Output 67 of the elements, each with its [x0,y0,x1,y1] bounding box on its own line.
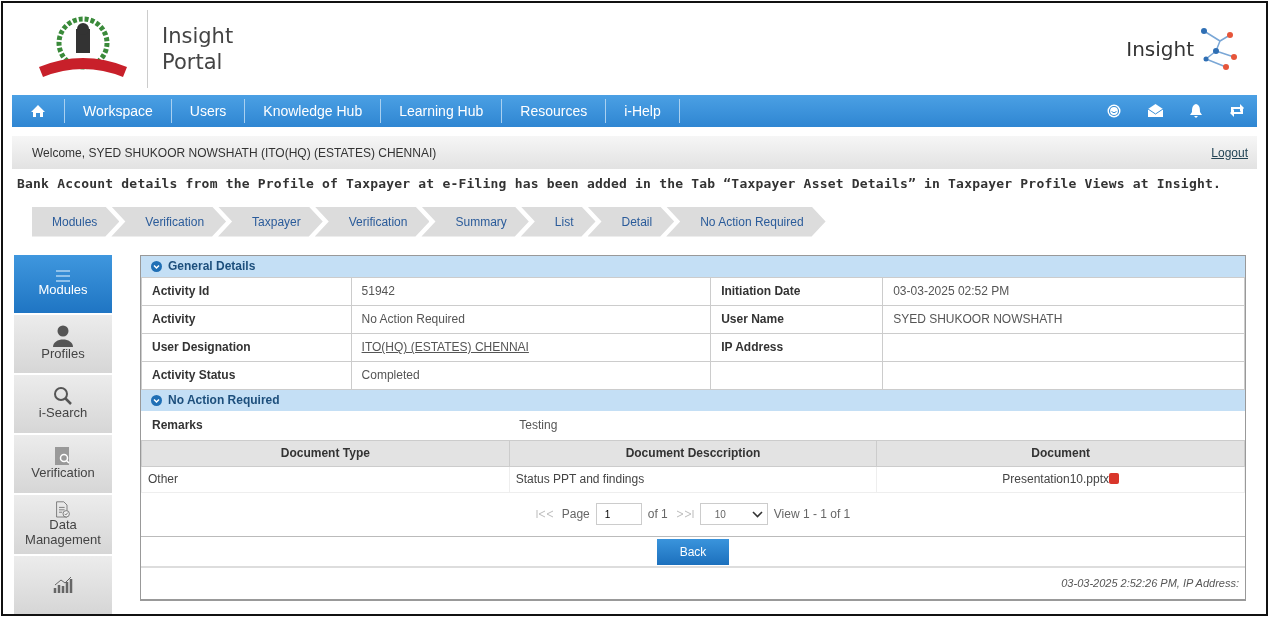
network-logo-icon [1198,27,1238,71]
menu-icon [55,269,71,284]
sidebar-item[interactable]: Profiles [14,314,112,373]
announcement-text: Bank Account details from the Profile of Taxpayer at e-Filing has been added in the Tab “Taxpayer Asset Details” in Taxpayer Profile Views at Insight. [16,175,1222,193]
field-label: Activity [141,305,352,334]
breadcrumb-item[interactable]: Modules [32,206,120,237]
nav-link[interactable]: Knowledge Hub [245,99,382,123]
field-label: Initiation Date [710,277,883,306]
field-label: IP Address [710,333,883,362]
field-label: Activity Id [141,277,352,306]
collapse-icon[interactable] [151,394,162,406]
collapse-icon[interactable] [151,260,162,272]
field-value: Completed [351,361,711,390]
chevron-down-icon[interactable] [751,511,763,518]
nav-link[interactable]: Learning Hub [381,99,503,123]
timestamp-text: 03-03-2025 2:52:26 PM, IP Address: [141,567,1245,599]
swap-icon[interactable] [1229,104,1245,117]
search-icon [53,386,73,407]
nav-link[interactable]: i-Help [606,99,680,123]
column-header: Document [876,440,1245,467]
nav-link[interactable]: Workspace [65,99,172,123]
column-header: Document Type [141,440,510,467]
document-magnifier-icon [54,446,72,467]
portal-subtitle: Portal [162,49,224,76]
breadcrumb-item[interactable]: List [520,206,596,237]
sidebar-item[interactable]: Data Management [14,494,112,554]
sidebar-item[interactable]: i-Search [14,374,112,433]
section-title: No Action Required [168,392,280,410]
table-cell: Other [141,466,510,493]
portal-title: Insight [162,22,234,49]
logout-link[interactable]: Logout [1211,143,1248,162]
field-label: Activity Status [141,361,352,390]
breadcrumb-item[interactable]: Summary [421,206,529,237]
field-value: 51942 [351,277,711,306]
brand-name: Insight [1126,36,1194,63]
sidebar-item[interactable]: Verification [14,434,112,493]
page-size-select[interactable]: 10 [699,503,768,526]
section-title: General Details [168,258,256,276]
field-value: No Action Required [351,305,711,334]
column-header: Document Desccription [509,440,877,467]
breadcrumb-item[interactable]: Verification [111,206,227,237]
page-label: Page [561,506,590,524]
person-icon [53,325,73,348]
breadcrumb-item[interactable]: Detail [587,206,675,237]
page-count: of 1 [647,506,668,524]
records-info: View 1 - 1 of 1 [773,506,851,524]
bell-icon[interactable] [1190,104,1202,118]
field-value: SYED SHUKOOR NOWSHATH [882,305,1245,334]
file-name-link[interactable]: Presentation10.pptx [1002,472,1110,487]
back-button[interactable]: Back [657,538,729,565]
field-label: User Designation [141,333,352,362]
table-cell: Status PPT and findings [509,466,877,493]
document-check-icon [53,500,73,519]
file-icon[interactable] [1109,473,1120,485]
nav-link[interactable]: Users [171,99,246,123]
breadcrumb-item[interactable]: Taxpayer [218,206,323,237]
nav-link[interactable]: Resources [502,99,607,123]
breadcrumb-item[interactable]: No Action Required [666,206,826,237]
field-value: 03-03-2025 02:52 PM [882,277,1245,306]
welcome-text: Welcome, SYED SHUKOOR NOWSHATH (ITO(HQ) (ESTATES) CHENNAI) [32,144,437,162]
sidebar-item[interactable]: Modules [14,254,112,313]
field-label: User Name [710,305,883,334]
page-input[interactable]: 1 [595,503,642,526]
breadcrumb-item[interactable]: Verification [314,206,430,237]
smiley-icon[interactable] [1107,104,1121,118]
chart-icon [53,576,73,594]
mail-icon[interactable] [1148,104,1163,117]
